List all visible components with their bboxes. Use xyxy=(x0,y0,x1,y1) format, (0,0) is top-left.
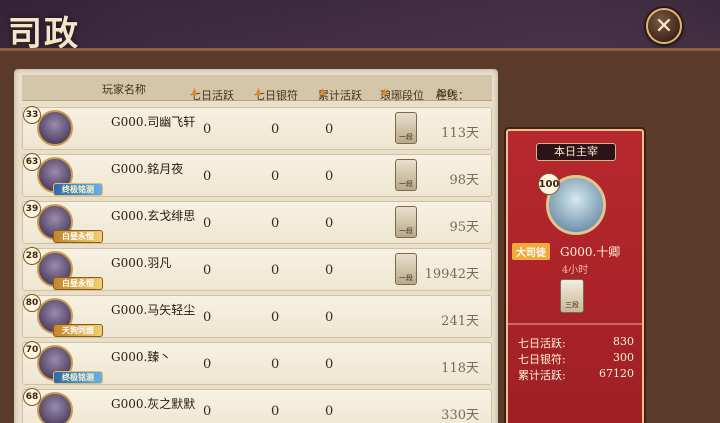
table-row[interactable]: 28 白昼永恒 G000.羽凡 0 0 0 一段 19942天 xyxy=(22,247,492,291)
player-name: G000.臻丶 xyxy=(111,350,172,364)
silver7-value: 0 xyxy=(271,357,280,372)
silver7-value: 0 xyxy=(271,404,280,419)
player-title-badge: 终极铭测 xyxy=(53,371,103,384)
acttotal-value: 0 xyxy=(325,404,334,419)
table-row[interactable]: 80 天狗同盟 G000.马矢轻尘 0 0 0 241天 xyxy=(22,294,492,338)
player-name: G000.马矢轻尘 xyxy=(111,303,196,317)
table-row[interactable]: 63 终极铭测 G000.銘月夜 0 0 0 一段 98天 xyxy=(22,153,492,197)
act7-value: 0 xyxy=(203,263,212,278)
player-level: 70 xyxy=(23,341,41,359)
leader-name: G000.十卿 xyxy=(560,245,621,259)
acttotal-value: 0 xyxy=(325,263,334,278)
leader-online-time: 4小时 xyxy=(561,265,589,276)
leader-stat: 累计活跃: 67120 xyxy=(518,367,634,382)
days-value: 330天 xyxy=(441,408,479,423)
player-level: 39 xyxy=(23,200,41,218)
silver7-value: 0 xyxy=(271,263,280,278)
sort-arrow-icon: ▲ xyxy=(191,87,198,97)
player-title-badge: 白昼永恒 xyxy=(53,230,103,243)
leader-stat: 七日银符: 300 xyxy=(518,351,634,366)
act7-value: 0 xyxy=(203,216,212,231)
list-header: 玩家名称 七日活跃 ▲ 七日银符 ▲ 累计活跃 ▲ 琅琊段位 ▲ 在线： 1/80 xyxy=(22,75,492,102)
act7-value: 0 xyxy=(203,357,212,372)
player-level: 68 xyxy=(23,388,41,406)
acttotal-value: 0 xyxy=(325,357,334,372)
leader-stat: 七日活跃: 830 xyxy=(518,335,634,350)
act7-value: 0 xyxy=(203,169,212,184)
player-name: G000.司幽飞轩 xyxy=(111,115,196,129)
rank-icon: 一段 xyxy=(395,159,417,191)
act7-value: 0 xyxy=(203,404,212,419)
table-row[interactable]: 33 G000.司幽飞轩 0 0 0 一段 113天 xyxy=(22,106,492,150)
days-value: 19942天 xyxy=(424,267,479,282)
player-name: G000.銘月夜 xyxy=(111,162,184,176)
player-title-badge: 白昼永恒 xyxy=(53,277,103,290)
acttotal-value: 0 xyxy=(325,122,334,137)
act7-value: 0 xyxy=(203,310,212,325)
player-level: 33 xyxy=(23,106,41,124)
player-name: G000.玄戈绯思 xyxy=(111,209,196,223)
rank-icon: 一段 xyxy=(395,206,417,238)
player-title-badge: 终极铭测 xyxy=(53,183,103,196)
silver7-value: 0 xyxy=(271,122,280,137)
silver7-value: 0 xyxy=(271,169,280,184)
sort-arrow-icon: ▲ xyxy=(255,87,262,97)
rank-icon: 一段 xyxy=(395,253,417,285)
close-button[interactable]: ✕ xyxy=(646,8,682,44)
silver7-value: 0 xyxy=(271,216,280,231)
leader-card: 本日主宰 100 大司徒 G000.十卿 4小时 三段 七日活跃: 830 七日银… xyxy=(506,129,644,423)
silver7-value: 0 xyxy=(271,310,280,325)
leader-rank-icon: 三段 xyxy=(560,279,584,313)
days-value: 95天 xyxy=(449,220,479,235)
acttotal-value: 0 xyxy=(325,216,334,231)
days-value: 118天 xyxy=(441,361,479,376)
leader-level: 100 xyxy=(538,173,560,195)
player-name: G000.羽凡 xyxy=(111,256,172,270)
player-name: G000.灰之默默 xyxy=(111,397,196,411)
acttotal-value: 0 xyxy=(325,169,334,184)
acttotal-value: 0 xyxy=(325,310,334,325)
leader-role-badge: 大司徒 xyxy=(512,243,550,260)
days-value: 98天 xyxy=(449,173,479,188)
table-row[interactable]: 39 白昼永恒 G000.玄戈绯思 0 0 0 一段 95天 xyxy=(22,200,492,244)
divider xyxy=(508,323,642,325)
main-frame: 玩家名称 七日活跃 ▲ 七日银符 ▲ 累计活跃 ▲ 琅琊段位 ▲ 在线： 1/80 33 G… xyxy=(0,48,720,423)
days-value: 241天 xyxy=(441,314,479,329)
act7-value: 0 xyxy=(203,122,212,137)
sort-arrow-icon: ▲ xyxy=(381,87,388,97)
player-level: 63 xyxy=(23,153,41,171)
player-avatar[interactable] xyxy=(37,110,73,146)
sort-arrow-icon: ▲ xyxy=(319,87,326,97)
leader-banner: 本日主宰 xyxy=(536,143,616,161)
table-row[interactable]: 70 终极铭测 G000.臻丶 0 0 0 118天 xyxy=(22,341,492,385)
close-x-icon: ✕ xyxy=(654,13,674,39)
player-level: 28 xyxy=(23,247,41,265)
player-level: 80 xyxy=(23,294,41,312)
col-name-header: 玩家名称 xyxy=(102,83,146,96)
member-list-panel: 玩家名称 七日活跃 ▲ 七日银符 ▲ 累计活跃 ▲ 琅琊段位 ▲ 在线： 1/80 33 G… xyxy=(14,69,498,423)
table-row[interactable]: 68 G000.灰之默默 0 0 0 330天 xyxy=(22,388,492,423)
player-title-badge: 天狗同盟 xyxy=(53,324,103,337)
days-value: 113天 xyxy=(441,126,479,141)
player-avatar[interactable] xyxy=(37,392,73,423)
rank-icon: 一段 xyxy=(395,112,417,144)
